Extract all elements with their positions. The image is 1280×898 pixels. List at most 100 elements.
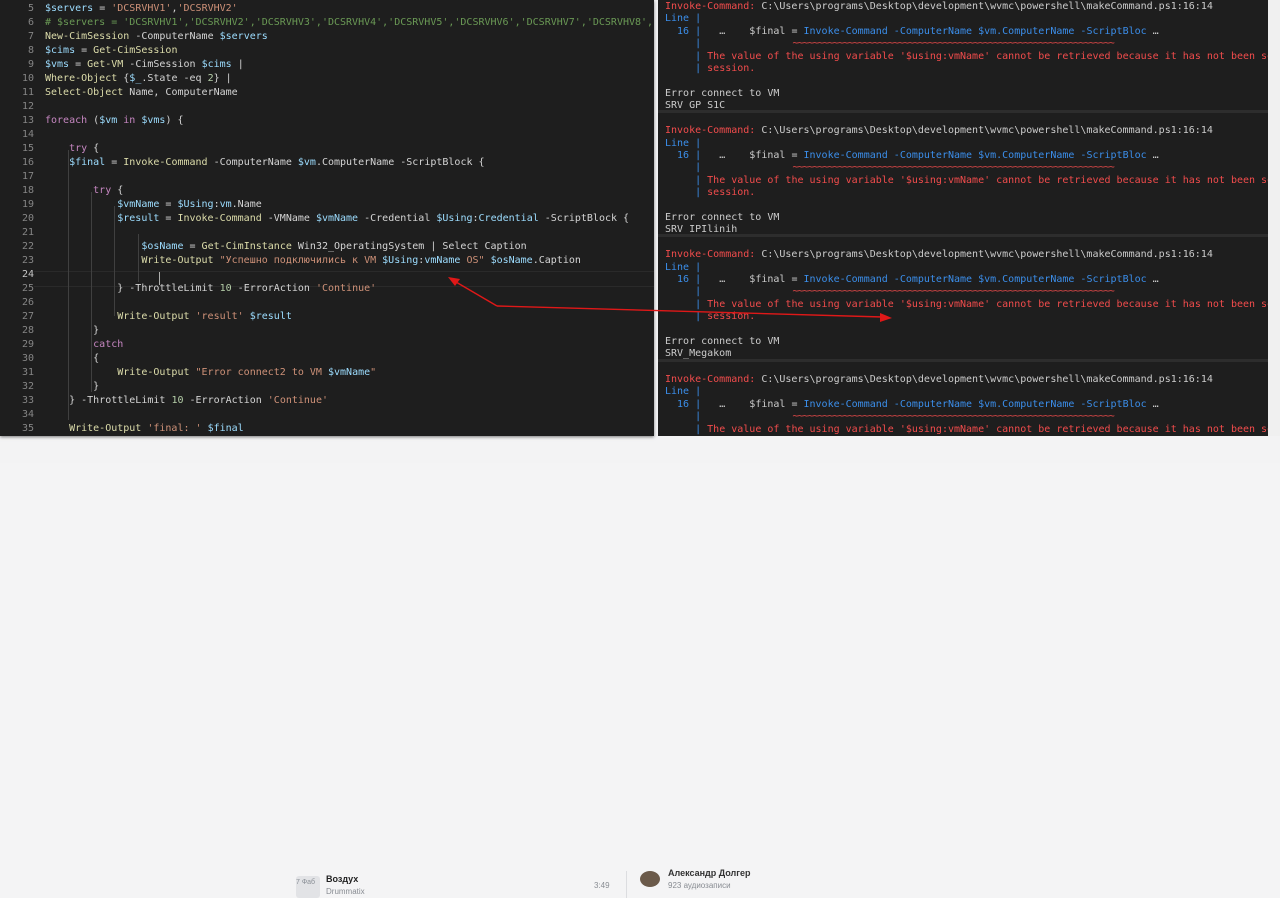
code-line[interactable]: Write-Output 'result' $result: [45, 310, 292, 324]
terminal-line: | ~~~~~~~~~~~~~~~~~~~~~~~~~~~~~~~~~~~~~~…: [665, 411, 1115, 423]
code-token: catch: [45, 339, 124, 350]
terminal-line: | session.: [665, 63, 755, 75]
terminal-token: Line |: [665, 262, 702, 273]
terminal-line: Error connect to VM: [665, 212, 779, 224]
line-number: 17: [21, 171, 34, 182]
track-thumbnail-label: 7 Фаб: [296, 879, 316, 886]
code-token: 'DCSRVHV1': [111, 3, 172, 14]
terminal-token: 16 |: [665, 274, 708, 285]
terminal-line: Line |: [665, 262, 701, 274]
code-line[interactable]: foreach ($vm in $vms) {: [45, 114, 184, 128]
code-line[interactable]: $final = Invoke-Command -ComputerName $v…: [45, 156, 485, 170]
code-line[interactable]: try {: [45, 142, 99, 156]
code-token: |: [231, 59, 244, 70]
code-line[interactable]: Select-Object Name, ComputerName: [45, 86, 238, 100]
line-number: 13: [21, 115, 34, 126]
line-number: 31: [21, 367, 34, 378]
code-token: =: [105, 157, 124, 168]
code-area[interactable]: $servers = 'DCSRVHV1','DCSRVHV2' # $serve…: [45, 0, 654, 436]
code-line[interactable]: }: [45, 380, 99, 394]
code-token: {: [478, 157, 485, 168]
terminal-output[interactable]: Invoke-Command: C:\Users\programs\Deskto…: [658, 0, 1268, 436]
code-line[interactable]: $vms = Get-VM -CimSession $cims |: [45, 58, 244, 72]
code-token: -ComputerName: [129, 31, 220, 42]
code-token: ) {: [165, 115, 184, 126]
terminal-token: Invoke-Command -ComputerName $vm.Compute…: [803, 150, 1147, 161]
terminal-line: | ~~~~~~~~~~~~~~~~~~~~~~~~~~~~~~~~~~~~~~…: [665, 286, 1115, 298]
terminal-line: | The value of the using variable '$usin…: [665, 299, 1268, 311]
terminal-token: C:\Users\programs\Desktop\development\wv…: [761, 1, 1213, 12]
code-token: $final: [207, 423, 244, 434]
line-number: 32: [21, 381, 34, 392]
line-number: 35: [21, 423, 34, 434]
terminal-token: ~~~~~~~~~~~~~~~~~~~~~~~~~~~~~~~~~~~~~~~~…: [707, 286, 1115, 297]
code-line[interactable]: }: [45, 324, 99, 338]
terminal-line: Error connect to VM: [665, 88, 779, 100]
code-line[interactable]: } -ThrottleLimit 10 -ErrorAction 'Contin…: [45, 282, 376, 296]
terminal-token: The value of the using variable '$using:…: [707, 299, 1268, 310]
code-token: -ScriptBlock: [538, 213, 624, 224]
code-editor[interactable]: 5 6 7 8 9 10 11 12 13 14 15 16 17 18 19 20 21 22 23 24 25 26 2…: [0, 0, 654, 436]
line-number: 27: [21, 311, 34, 322]
terminal-line: | The value of the using variable '$usin…: [665, 424, 1268, 436]
code-line[interactable]: try {: [45, 184, 123, 198]
line-number: 21: [21, 227, 34, 238]
terminal-token: Invoke-Command:: [665, 249, 762, 260]
line-number: 25: [21, 283, 34, 294]
code-line[interactable]: } -ThrottleLimit 10 -ErrorAction 'Contin…: [45, 394, 328, 408]
code-token: $Using: [382, 255, 419, 266]
code-line[interactable]: # $servers = 'DCSRVHV1','DCSRVHV2','DCSR…: [45, 16, 654, 30]
code-token: 'Continue': [315, 283, 377, 294]
code-token: New-CimSession: [45, 31, 130, 42]
code-line[interactable]: $vmName = $Using:vm.Name: [45, 198, 262, 212]
code-line[interactable]: catch: [45, 338, 123, 352]
track-title[interactable]: Воздух: [326, 874, 358, 884]
code-token: =: [183, 241, 202, 252]
line-number: 11: [21, 87, 34, 98]
code-line[interactable]: {: [45, 352, 99, 366]
code-token: $osName: [490, 255, 533, 266]
code-token: in: [117, 115, 142, 126]
terminal-token: Invoke-Command -ComputerName $vm.Compute…: [803, 399, 1147, 410]
terminal-token: 16 |: [665, 26, 708, 37]
user-name[interactable]: Александр Долгер: [668, 868, 751, 878]
track-artist[interactable]: Drummatix: [326, 887, 365, 896]
avatar[interactable]: [640, 871, 660, 887]
code-line[interactable]: $servers = 'DCSRVHV1','DCSRVHV2': [45, 2, 238, 16]
code-line[interactable]: Write-Output 'final: ' $final: [45, 422, 244, 436]
code-token: OS": [460, 255, 485, 266]
code-token: $vms: [141, 115, 166, 126]
code-token: {: [117, 73, 130, 84]
code-line[interactable]: $osName = Get-CimInstance Win32_Operatin…: [45, 240, 526, 254]
terminal-separator: [658, 359, 1268, 362]
code-token: $vmName: [315, 213, 359, 224]
terminal-token: ~~~~~~~~~~~~~~~~~~~~~~~~~~~~~~~~~~~~~~~~…: [707, 162, 1115, 173]
terminal-line: Invoke-Command: C:\Users\programs\Deskto…: [665, 1, 1213, 13]
code-token: 'result': [189, 311, 244, 322]
code-line[interactable]: New-CimSession -ComputerName $servers: [45, 30, 268, 44]
terminal-line: 16 | … $final = Invoke-Command -Computer…: [665, 26, 1159, 38]
terminal-token: Invoke-Command:: [665, 374, 762, 385]
code-line[interactable]: $result = Invoke-Command -VMName $vmName…: [45, 212, 629, 226]
code-token: -ErrorAction: [231, 283, 316, 294]
terminal-token: ~~~~~~~~~~~~~~~~~~~~~~~~~~~~~~~~~~~~~~~~…: [707, 38, 1115, 49]
terminal-token: … $final =: [707, 274, 804, 285]
code-line[interactable]: $cims = Get-CimSession: [45, 44, 177, 58]
code-token: Invoke-Command: [123, 157, 208, 168]
terminal-token: |: [665, 63, 708, 74]
terminal-token: The value of the using variable '$using:…: [707, 175, 1268, 186]
code-token: Write-Output: [45, 367, 190, 378]
terminal-line: Invoke-Command: C:\Users\programs\Deskto…: [665, 374, 1213, 386]
terminal-separator: [658, 234, 1268, 237]
code-token: Where-Object: [45, 73, 118, 84]
code-line[interactable]: Write-Output "Успешно подключились к VM …: [45, 254, 581, 268]
terminal-line: | session.: [665, 187, 755, 199]
terminal-token: session.: [707, 311, 756, 322]
code-token: $vm: [297, 157, 316, 168]
code-token: =: [159, 213, 178, 224]
code-token: .ComputerName: [315, 157, 401, 168]
terminal-token: SRV_Megakom: [665, 348, 732, 359]
code-token: $final: [45, 157, 106, 168]
code-line[interactable]: Write-Output "Error connect2 to VM $vmNa…: [45, 366, 376, 380]
code-line[interactable]: Where-Object {$_.State -eq 2} |: [45, 72, 232, 86]
